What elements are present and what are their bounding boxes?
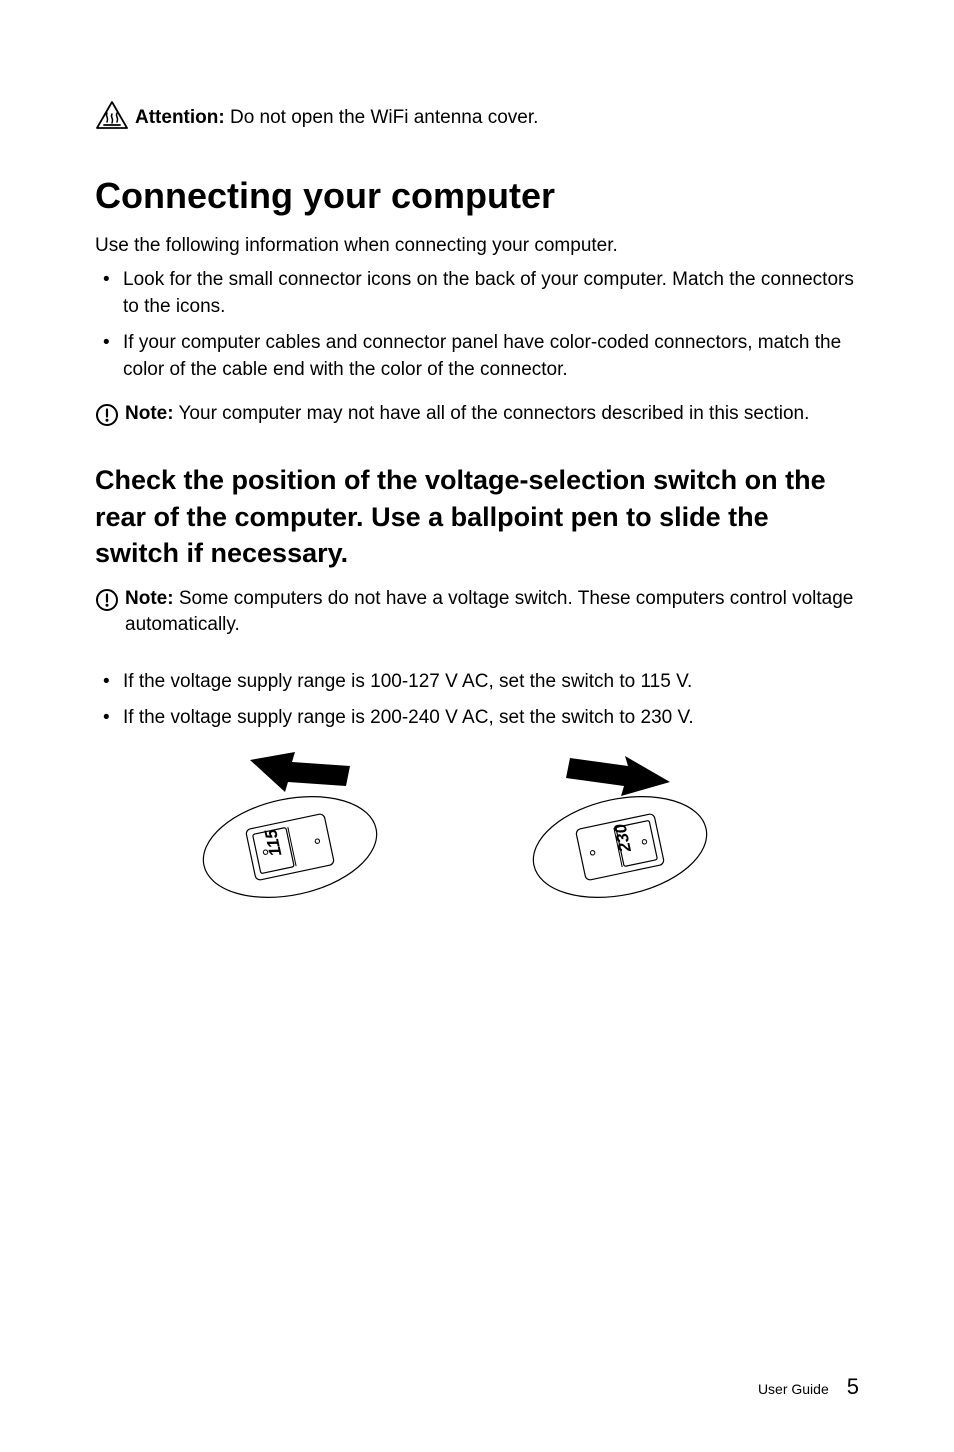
- attention-callout: Attention: Do not open the WiFi antenna …: [95, 100, 859, 135]
- attention-label: Attention:: [135, 107, 225, 128]
- hot-surface-icon: [95, 100, 129, 135]
- page-footer: User Guide 5: [758, 1374, 859, 1400]
- note-label: Note:: [125, 403, 174, 424]
- note-text-2: Note: Some computers do not have a volta…: [125, 586, 859, 639]
- arrow-right-icon: [566, 756, 670, 796]
- footer-label: User Guide: [758, 1381, 829, 1397]
- note-body: Your computer may not have all of the co…: [179, 403, 810, 424]
- note-label: Note:: [125, 588, 174, 609]
- attention-body: Do not open the WiFi antenna cover.: [230, 107, 538, 128]
- list-item: If your computer cables and connector pa…: [95, 330, 859, 383]
- voltage-switch-230-diagram: 230: [520, 752, 720, 912]
- info-icon: [95, 588, 119, 617]
- info-icon: [95, 403, 119, 432]
- note-body: Some computers do not have a voltage swi…: [125, 588, 853, 636]
- list-item: If the voltage supply range is 100-127 V…: [95, 669, 859, 696]
- note-callout-2: Note: Some computers do not have a volta…: [95, 586, 859, 639]
- intro-paragraph: Use the following information when conne…: [95, 235, 859, 257]
- note-text-1: Note: Your computer may not have all of …: [125, 401, 809, 428]
- note-callout-1: Note: Your computer may not have all of …: [95, 401, 859, 432]
- attention-text: Attention: Do not open the WiFi antenna …: [135, 107, 538, 129]
- bullet-list-2: If the voltage supply range is 100-127 V…: [95, 669, 859, 732]
- voltage-switch-115-diagram: 115: [190, 752, 390, 912]
- bullet-list-1: Look for the small connector icons on th…: [95, 267, 859, 383]
- list-item: If the voltage supply range is 200-240 V…: [95, 705, 859, 732]
- list-item: Look for the small connector icons on th…: [95, 267, 859, 320]
- page-number: 5: [847, 1374, 859, 1400]
- arrow-left-icon: [250, 752, 350, 792]
- page-heading: Connecting your computer: [95, 175, 859, 217]
- voltage-switch-diagrams: 115 230: [95, 752, 859, 912]
- section-heading: Check the position of the voltage-select…: [95, 462, 859, 571]
